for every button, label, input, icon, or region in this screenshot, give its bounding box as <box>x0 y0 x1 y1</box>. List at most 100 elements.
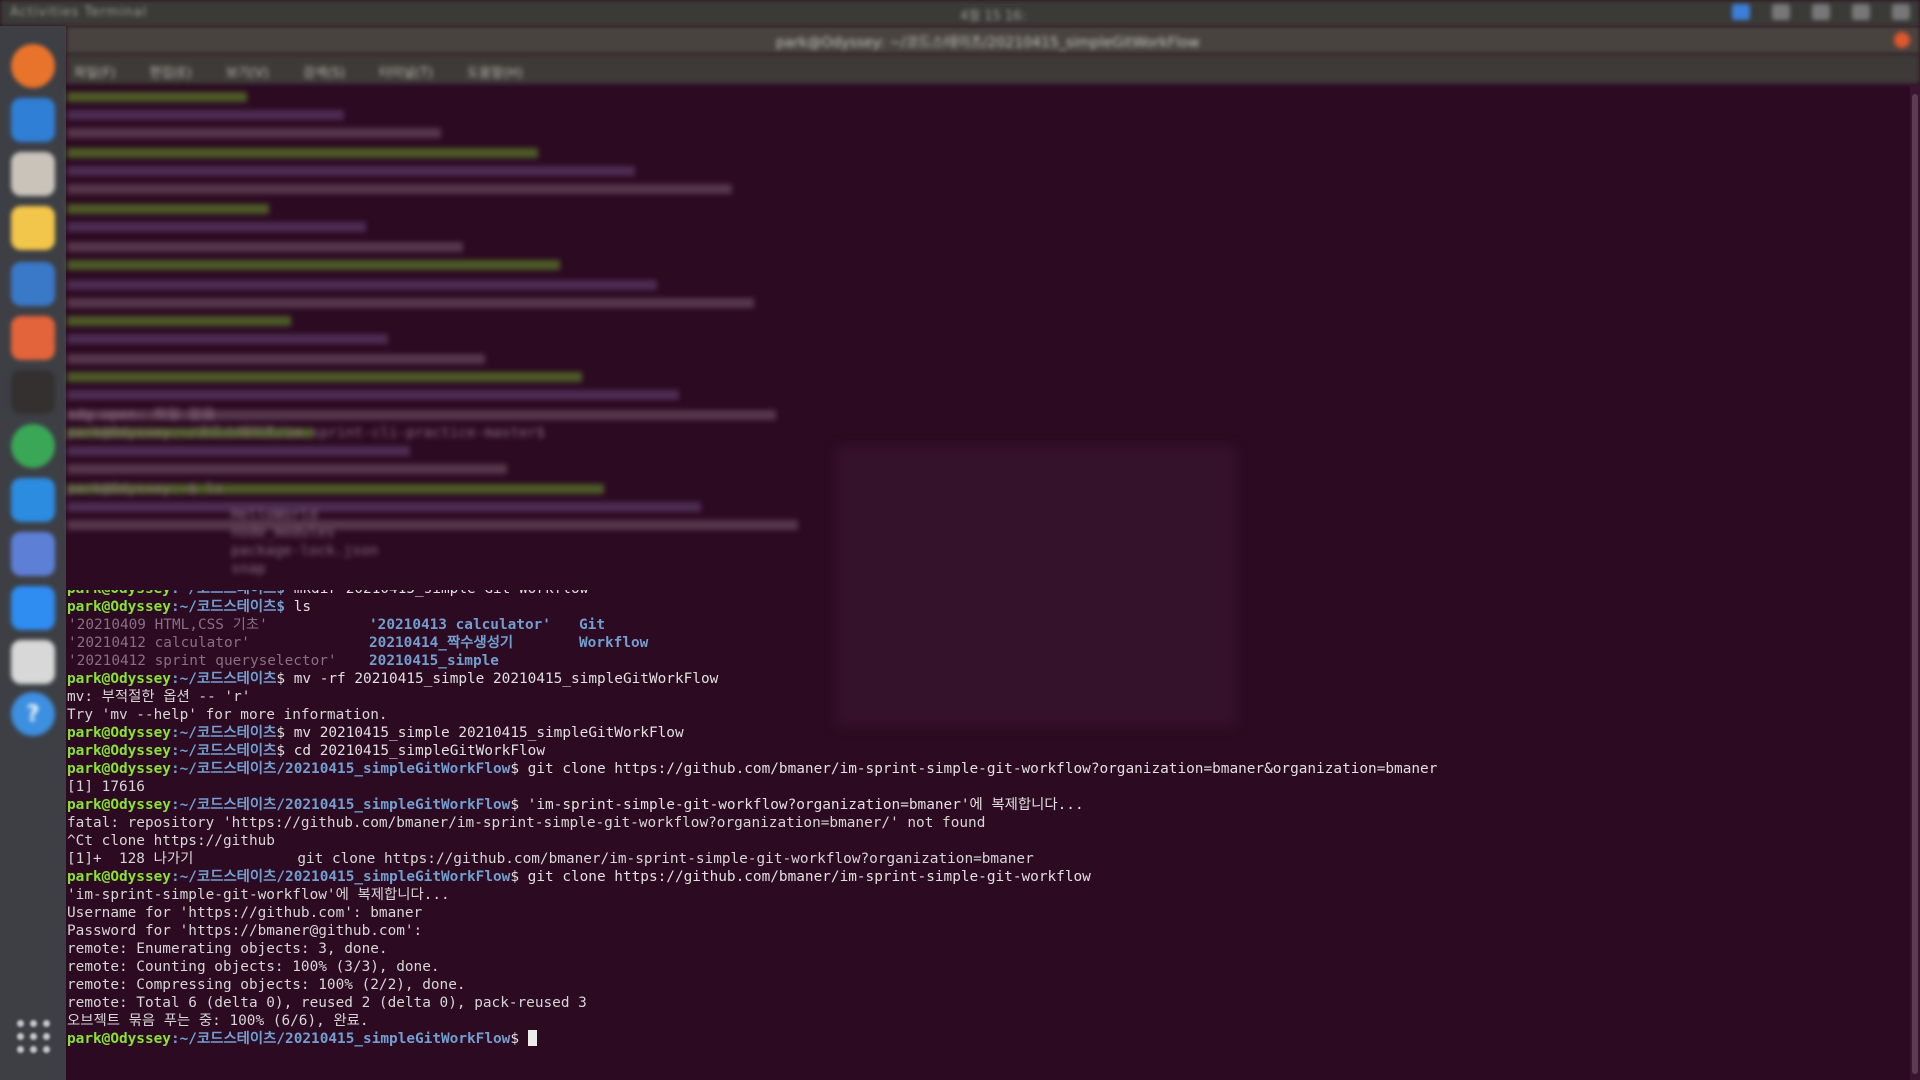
prompt-user: park@Odyssey <box>67 671 171 687</box>
screenshot-icon[interactable] <box>11 640 55 684</box>
blurred-history-line: park@Odyssey:~/코드스테이츠/im-sprint-cli-prac… <box>67 425 545 441</box>
dock: ? <box>0 26 66 1080</box>
prompt-user: park@Odyssey <box>67 797 171 813</box>
output-line: Username for 'https://github.com': bmane… <box>67 905 423 921</box>
thunderbird-icon[interactable] <box>11 98 55 142</box>
prompt-user: park@Odyssey <box>67 599 171 615</box>
text-cursor <box>527 1030 537 1046</box>
terminal-icon[interactable] <box>11 370 55 414</box>
ls-entry: HelloWorld <box>231 507 318 523</box>
terminal-line: park@Odyssey:~/코드스테이츠$ mv -rf 20210415_s… <box>67 670 718 688</box>
menu-item[interactable]: 검색(S) <box>303 62 345 81</box>
output-line: 오브젝트 묶음 푸는 중: 100% (6/6), 완료. <box>67 1013 369 1029</box>
terminal-line: park@Odyssey:~/코드스테이츠/20210415_simpleGit… <box>67 796 1084 814</box>
ls-entry: '20210409 HTML,CSS 기초' <box>68 617 268 633</box>
help-icon[interactable]: ? <box>11 692 55 736</box>
ls-entry: '20210413 calculator' <box>369 617 551 633</box>
menu-item[interactable]: 터미널(T) <box>379 62 433 81</box>
prompt-path: :~/코드스테이츠 <box>170 671 277 687</box>
prompt-path: :~/코드스테이츠$ <box>171 590 285 597</box>
menu-item[interactable]: 도움말(H) <box>467 62 523 81</box>
prompt-path: :~/코드스테이츠$ <box>170 599 286 615</box>
clock[interactable]: 4월 15 16: <box>960 5 1026 24</box>
chrome-icon[interactable] <box>11 424 55 468</box>
screen-icon[interactable] <box>11 532 55 576</box>
ls-entry: 20210414_짝수생성기 <box>369 635 514 651</box>
output-line: remote: Total 6 (delta 0), reused 2 (del… <box>67 995 587 1011</box>
command-text: mv 20210415_simple 20210415_simpleGitWor… <box>285 725 684 741</box>
blurred-line <box>67 502 701 512</box>
show-applications-icon[interactable] <box>17 1020 51 1054</box>
output-line: 'im-sprint-simple-git-workflow'에 복제합니다..… <box>67 887 450 903</box>
prompt-path: :~/코드스테이츠/20210415_simpleGitWorkFlow <box>170 797 511 813</box>
command-text: 'im-sprint-simple-git-workflow?organizat… <box>519 797 1084 813</box>
terminal-output[interactable]: 공개다운로드문서바탕화면비디오사진음악코드스테이츠템플릿park@Odyssey… <box>66 590 1906 1080</box>
blurred-line <box>67 280 657 290</box>
prompt-user: park@Odyssey <box>67 761 171 777</box>
blurred-line <box>67 334 388 344</box>
zoom-icon[interactable] <box>11 586 55 630</box>
rhythmbox-icon[interactable] <box>11 206 55 250</box>
vscode-icon[interactable] <box>11 478 55 522</box>
libreoffice-writer-icon[interactable] <box>11 262 55 306</box>
output-line: remote: Compressing objects: 100% (2/2),… <box>67 977 466 993</box>
output-line: ^Ct clone https://github <box>67 833 275 849</box>
command-text: git clone https://github.com/bmaner/im-s… <box>519 761 1438 777</box>
ls-entry: package-lock.json <box>231 543 379 559</box>
blurred-line <box>67 464 507 474</box>
power-icon[interactable] <box>1892 4 1910 20</box>
ls-entry: Git <box>579 617 605 633</box>
prompt-symbol: $ <box>276 671 286 687</box>
output-line: fatal: repository 'https://github.com/bm… <box>67 815 986 831</box>
blurred-line <box>67 166 635 176</box>
firefox-icon[interactable] <box>11 44 55 88</box>
terminal-line: park@Odyssey:~/코드스테이츠$ mv 20210415_simpl… <box>67 724 684 742</box>
top-panel: Activities Terminal 4월 15 16: <box>0 0 1920 26</box>
prompt-path: :~/코드스테이츠/20210415_simpleGitWorkFlow <box>170 869 511 885</box>
activities-label[interactable]: Activities Terminal <box>10 5 147 20</box>
chrome-tray-icon[interactable] <box>1732 4 1750 20</box>
blurred-line <box>67 222 366 232</box>
output-line: [1] 17616 <box>67 779 145 795</box>
blurred-line <box>67 520 798 530</box>
blurred-line <box>67 390 679 400</box>
output-line: [1]+ 128 나가기 git clone https://github.co… <box>67 851 1034 867</box>
output-line: Try 'mv --help' for more information. <box>67 707 388 723</box>
prompt-user: park@Odyssey <box>67 725 171 741</box>
prompt-path: :~/코드스테이츠 <box>170 743 277 759</box>
prompt-symbol: $ <box>510 869 519 885</box>
prompt-symbol: $ <box>510 761 519 777</box>
terminal-line: park@Odyssey:~/코드스테이츠$ mkdir 20210415_si… <box>67 590 588 598</box>
prompt-path: :~/코드스테이츠/20210415_simpleGitWorkFlow <box>170 761 511 777</box>
input-method-icon[interactable] <box>1772 4 1790 20</box>
ls-entry: '20210412 calculator' <box>68 635 250 651</box>
command-text: mkdir 20210415_simple Git Workflow <box>285 590 589 597</box>
command-text <box>519 1031 528 1047</box>
system-tray[interactable] <box>1732 4 1910 20</box>
volume-icon[interactable] <box>1852 4 1870 20</box>
blurred-line <box>67 242 463 252</box>
files-icon[interactable] <box>11 152 55 196</box>
scrollbar-thumb[interactable] <box>1912 94 1918 1074</box>
window-title: park@Odyssey: ~/코드스테이츠/20210415_simpleGi… <box>776 35 1200 51</box>
command-text: ls <box>285 599 312 615</box>
menu-item[interactable]: 파일(F) <box>74 62 116 81</box>
software-center-icon[interactable] <box>11 316 55 360</box>
terminal-window[interactable]: park@Odyssey: ~/코드스테이츠/20210415_simpleGi… <box>66 26 1920 1080</box>
blurred-line <box>67 298 754 308</box>
close-icon[interactable] <box>1894 32 1910 48</box>
terminal-line: park@Odyssey:~/코드스테이츠/20210415_simpleGit… <box>67 760 1437 778</box>
menu-item[interactable]: 보기(V) <box>226 62 269 81</box>
blurred-line <box>67 446 410 456</box>
scrollbar[interactable] <box>1910 84 1920 1080</box>
command-text: mv -rf 20210415_simple 20210415_simpleGi… <box>285 671 719 687</box>
blurred-line <box>67 92 247 102</box>
network-icon[interactable] <box>1812 4 1830 20</box>
menu-item[interactable]: 편집(E) <box>150 62 192 81</box>
prompt-user: park@Odyssey <box>67 1031 171 1047</box>
blurred-line <box>67 354 485 364</box>
blurred-history-line: xdg-open: 파일 없음 <box>67 407 216 423</box>
window-title-bar[interactable]: park@Odyssey: ~/코드스테이츠/20210415_simpleGi… <box>66 26 1920 54</box>
prompt-user: park@Odyssey <box>67 869 171 885</box>
ls-entry: snap <box>231 561 266 577</box>
